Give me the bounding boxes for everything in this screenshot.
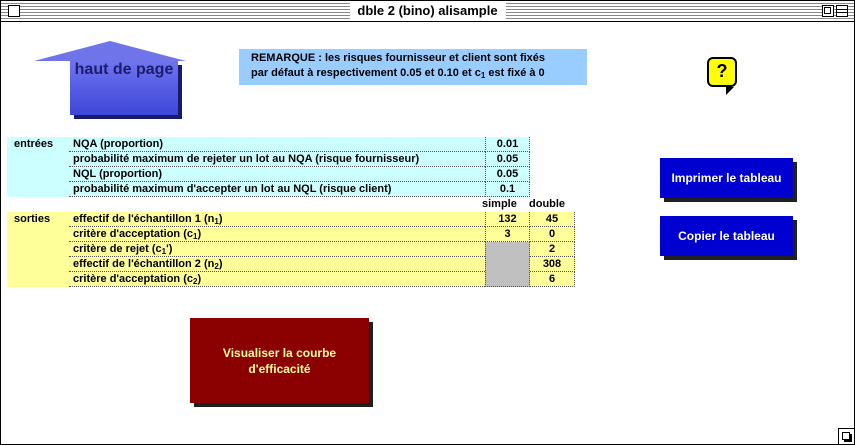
output-label: critère d'acceptation (c1) xyxy=(69,227,485,242)
column-header-double: double xyxy=(529,198,566,210)
output-double-value: 45 xyxy=(530,212,575,227)
output-double-value: 2 xyxy=(530,242,575,257)
arrow-up-icon xyxy=(34,41,186,61)
table-row: critère d'acceptation (c2) 6 xyxy=(7,272,575,287)
copy-table-button[interactable]: Copier le tableau xyxy=(660,216,793,256)
input-value[interactable]: 0.01 xyxy=(485,137,530,152)
output-label: effectif de l'échantillon 1 (n1) xyxy=(69,212,485,227)
output-double-value: 6 xyxy=(530,272,575,287)
input-value[interactable]: 0.05 xyxy=(485,167,530,182)
section-label-outputs: sorties xyxy=(7,212,69,227)
table-row: effectif de l'échantillon 2 (n2) 308 xyxy=(7,257,575,272)
table-row: entrées NQA (proportion) 0.01 xyxy=(7,137,571,152)
input-label: probabilité maximum d'accepter un lot au… xyxy=(69,182,485,197)
output-double-value: 308 xyxy=(530,257,575,272)
column-header-simple: simple xyxy=(482,198,517,210)
input-label: NQL (proportion) xyxy=(69,167,485,182)
input-label: NQA (proportion) xyxy=(69,137,485,152)
show-efficiency-curve-button[interactable]: Visualiser la courbe d'efficacité xyxy=(190,318,369,403)
top-of-page-label: haut de page xyxy=(74,61,174,78)
title-bar[interactable]: dble 2 (bino) alisample xyxy=(1,1,854,22)
app-window: dble 2 (bino) alisample haut de page REM… xyxy=(0,0,855,445)
top-of-page-button[interactable]: haut de page xyxy=(34,41,186,115)
collapse-box-icon[interactable] xyxy=(836,5,848,17)
zoom-box-icon[interactable] xyxy=(822,5,834,17)
table-row: critère de rejet (c1') 2 xyxy=(7,242,575,287)
close-box-icon[interactable] xyxy=(8,5,20,17)
window-title: dble 2 (bino) alisample xyxy=(349,3,506,19)
remark-line-1: REMARQUE : les risques fournisseur et cl… xyxy=(251,52,546,64)
table-row: probabilité maximum d'accepter un lot au… xyxy=(7,182,571,197)
table-row: NQL (proportion) 0.05 xyxy=(7,167,571,182)
output-label: critère de rejet (c1') xyxy=(69,242,485,257)
table-row: sorties effectif de l'échantillon 1 (n1)… xyxy=(7,212,575,227)
table-row: probabilité maximum de rejeter un lot au… xyxy=(7,152,571,167)
output-simple-value: 132 xyxy=(485,212,530,227)
section-label-inputs: entrées xyxy=(7,137,69,152)
input-label: probabilité maximum de rejeter un lot au… xyxy=(69,152,485,167)
output-simple-value: 3 xyxy=(485,227,530,242)
input-value[interactable]: 0.05 xyxy=(485,152,530,167)
remark-line-2: par défaut à respectivement 0.05 et 0.10… xyxy=(251,67,545,80)
output-label: critère d'acceptation (c2) xyxy=(69,272,485,287)
help-icon[interactable]: ? xyxy=(707,57,737,95)
remark-note: REMARQUE : les risques fournisseur et cl… xyxy=(239,49,587,85)
output-label: effectif de l'échantillon 2 (n2) xyxy=(69,257,485,272)
print-table-button[interactable]: Imprimer le tableau xyxy=(660,158,793,198)
table-row: critère d'acceptation (c1) 3 0 xyxy=(7,227,575,242)
output-double-value: 0 xyxy=(530,227,575,242)
resize-grip-icon[interactable] xyxy=(838,428,854,444)
input-value[interactable]: 0.1 xyxy=(485,182,530,197)
